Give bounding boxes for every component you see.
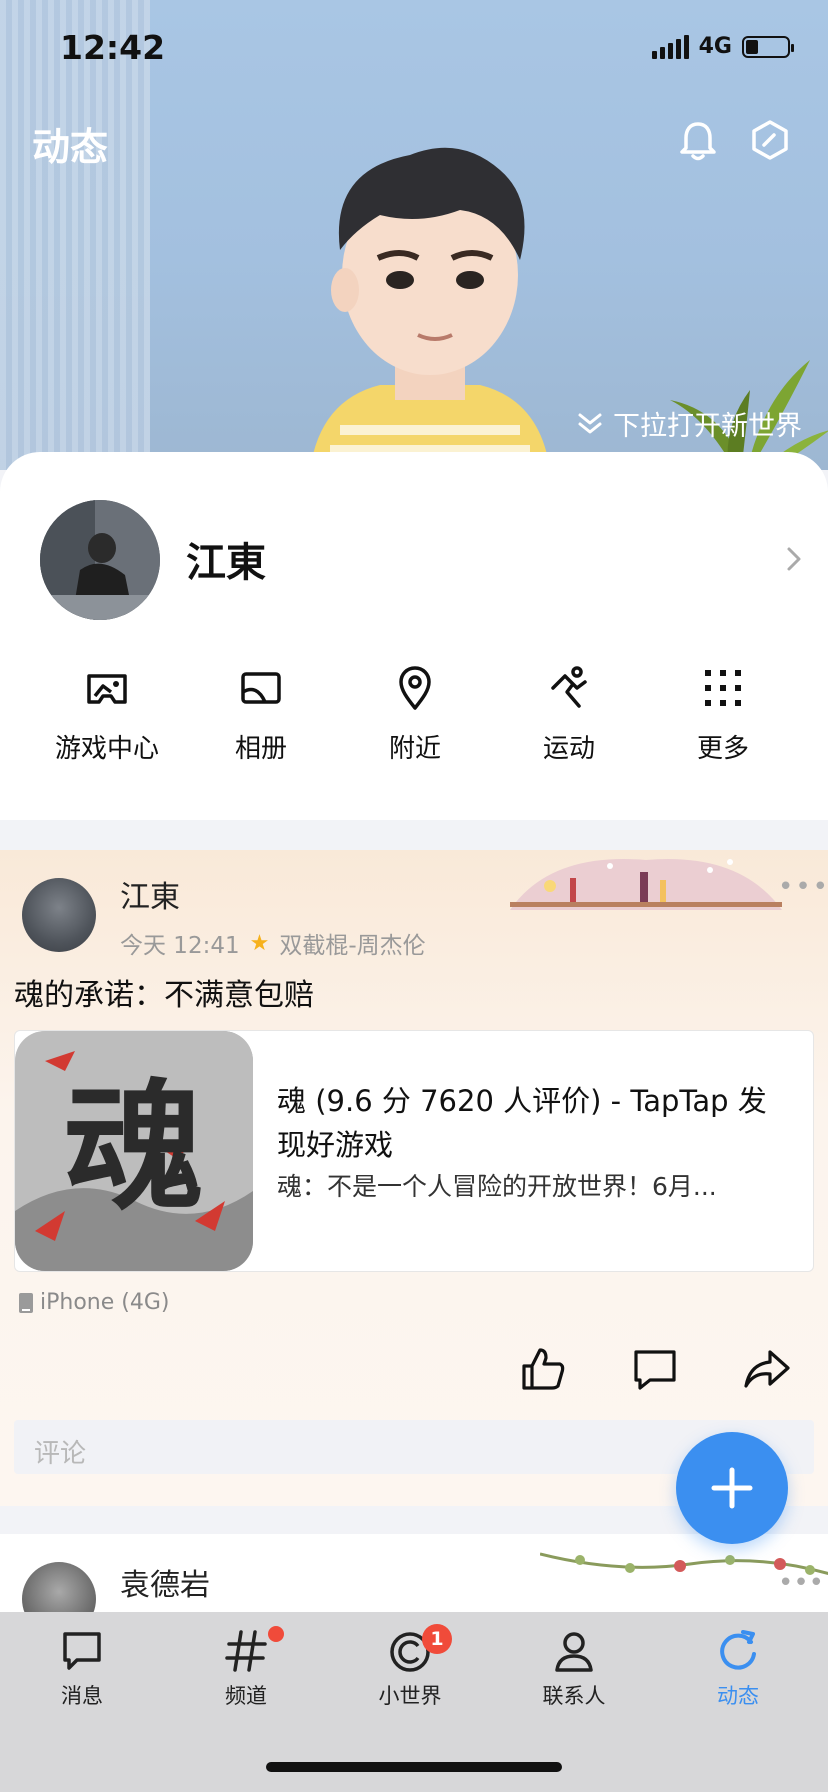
tab-messages[interactable]: 消息 <box>22 1626 142 1710</box>
music-star-icon: ★ <box>249 930 270 956</box>
post-device: iPhone (4G) <box>18 1290 169 1315</box>
shared-link-description: 魂：不是一个人冒险的开放世界！6月... <box>277 1172 717 1201</box>
post-device-text: iPhone (4G) <box>40 1290 170 1315</box>
profile-card: 江東 游戏中心 相册 附近 运动 更多 <box>0 452 828 820</box>
shared-link-title: 魂 (9.6 分 7620 人评价) - TapTap 发现好游戏 <box>277 1084 767 1162</box>
bar-decoration-illustration <box>510 859 782 910</box>
like-icon[interactable] <box>518 1344 568 1394</box>
post-author-name[interactable]: 袁德岩 <box>120 1560 210 1604</box>
bell-icon[interactable] <box>676 118 720 162</box>
quick-action-label: 相册 <box>234 734 287 764</box>
grid-dots-icon <box>705 670 741 706</box>
chevron-right-icon[interactable] <box>784 544 804 574</box>
post-author-avatar[interactable] <box>22 1562 96 1614</box>
page-title: 动态 <box>32 125 109 169</box>
feed-refresh-icon <box>720 1630 756 1670</box>
quick-action-nearby[interactable]: 附近 <box>338 662 492 765</box>
tab-channels[interactable]: 频道 <box>186 1626 306 1710</box>
post-author-avatar[interactable] <box>22 878 96 952</box>
tab-label: 联系人 <box>542 1684 606 1708</box>
status-indicators: 4G <box>651 34 794 59</box>
curtain-decor <box>0 0 150 470</box>
network-type: 4G <box>698 34 732 59</box>
plus-icon <box>711 1467 753 1509</box>
profile-avatar[interactable] <box>40 500 160 620</box>
hashtag-icon <box>225 1630 267 1672</box>
avatar-character-illustration <box>310 147 550 470</box>
pull-down-hint: 下拉打开新世界 <box>575 404 802 443</box>
tab-feed[interactable]: 动态 <box>678 1626 798 1710</box>
quick-actions: 游戏中心 相册 附近 运动 更多 <box>0 662 828 765</box>
feed-post: 江東 今天 12:41 ★ 双截棍-周杰伦 ••• 魂的承诺：不满意包赔 魂 魂… <box>0 850 828 1506</box>
message-icon <box>63 1632 101 1670</box>
feed-post: 袁德岩 ••• <box>0 1534 828 1614</box>
quick-action-label: 运动 <box>542 734 595 764</box>
post-author-name[interactable]: 江東 <box>120 872 180 916</box>
post-text: 魂的承诺：不满意包赔 <box>14 978 314 1013</box>
tab-label: 消息 <box>61 1684 103 1708</box>
quick-action-album[interactable]: 相册 <box>184 662 338 765</box>
quick-action-sport[interactable]: 运动 <box>492 662 646 765</box>
post-more-icon[interactable]: ••• <box>778 872 828 902</box>
settings-hexagon-icon[interactable] <box>748 118 792 162</box>
tab-label: 频道 <box>225 1684 267 1708</box>
battery-icon <box>742 35 794 58</box>
quick-action-label: 附近 <box>388 734 441 764</box>
post-song[interactable]: 双截棍-周杰伦 <box>279 926 425 960</box>
plant-illustration <box>670 360 828 470</box>
photo-album-icon <box>241 672 281 704</box>
shared-link-card[interactable]: 魂 魂 (9.6 分 7620 人评价) - TapTap 发现好游戏 魂：不是… <box>14 1030 814 1272</box>
unread-badge: 1 <box>422 1624 452 1654</box>
location-pin-icon <box>399 666 431 710</box>
game-thumbnail: 魂 <box>15 1031 253 1271</box>
post-more-icon[interactable]: ••• <box>778 1568 824 1598</box>
quick-action-game-center[interactable]: 游戏中心 <box>30 662 184 765</box>
gamepad-icon <box>87 674 127 704</box>
tab-label: 动态 <box>717 1684 759 1708</box>
quick-action-label: 更多 <box>696 734 749 764</box>
header-banner[interactable]: 12:42 4G 动态 下拉打开新世界 <box>0 0 828 470</box>
notification-dot <box>268 1626 284 1642</box>
profile-name[interactable]: 江東 <box>186 530 266 588</box>
signal-icon <box>651 34 689 59</box>
contact-icon <box>555 1632 593 1672</box>
double-chevron-down-icon <box>578 413 602 433</box>
quick-action-more[interactable]: 更多 <box>646 662 800 765</box>
home-indicator[interactable] <box>266 1762 562 1772</box>
quick-action-label: 游戏中心 <box>54 734 159 764</box>
post-meta: 今天 12:41 ★ 双截棍-周杰伦 <box>120 926 426 960</box>
comment-icon[interactable] <box>630 1344 680 1394</box>
phone-icon <box>19 1292 33 1313</box>
status-time: 12:42 <box>60 28 166 67</box>
pull-hint-text: 下拉打开新世界 <box>613 411 802 442</box>
game-thumbnail-glyph: 魂 <box>64 1066 204 1230</box>
tab-label: 小世界 <box>378 1684 442 1708</box>
share-icon[interactable] <box>742 1344 792 1394</box>
tab-contacts[interactable]: 联系人 <box>514 1626 634 1710</box>
running-icon <box>551 666 587 708</box>
tab-small-world[interactable]: 1 小世界 <box>350 1624 470 1710</box>
post-time: 今天 12:41 <box>120 933 240 959</box>
add-post-button[interactable] <box>676 1432 788 1544</box>
